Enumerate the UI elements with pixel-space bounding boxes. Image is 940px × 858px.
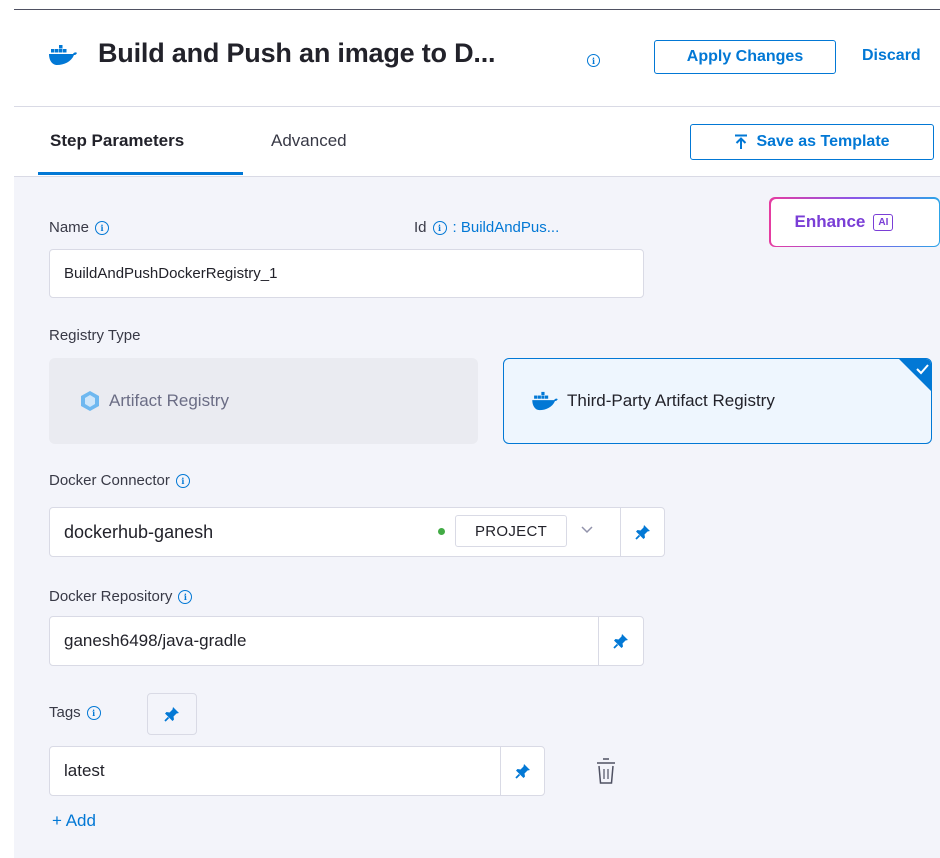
docker-icon	[532, 391, 558, 411]
pin-icon	[514, 764, 530, 779]
save-as-template-label: Save as Template	[756, 133, 890, 150]
repository-pin-button[interactable]	[598, 616, 644, 666]
enhance-ai-button[interactable]: Enhance AI	[769, 197, 940, 247]
docker-repository-info-icon[interactable]: i	[178, 589, 193, 604]
tag-pin-button[interactable]	[500, 746, 545, 796]
tags-pin-button[interactable]	[147, 693, 197, 735]
discard-button[interactable]: Discard	[862, 47, 921, 65]
pin-icon	[613, 634, 628, 649]
upload-icon	[735, 134, 748, 149]
page-title: Build and Push an image to D...	[98, 38, 496, 68]
name-input[interactable]: BuildAndPushDockerRegistry_1	[49, 249, 644, 298]
chevron-down-icon[interactable]	[580, 525, 594, 535]
save-as-template-button[interactable]: Save as Template	[690, 124, 934, 160]
title-info-icon[interactable]: i	[587, 54, 600, 67]
add-tag-button[interactable]: + Add	[52, 811, 96, 831]
docker-connector-label: Docker Connector i	[49, 472, 190, 489]
third-party-registry-card[interactable]: Third-Party Artifact Registry	[503, 358, 932, 444]
hexagon-icon	[81, 391, 99, 411]
id-info-icon[interactable]: i	[432, 220, 447, 235]
tag-input[interactable]: latest	[49, 746, 501, 796]
docker-connector-label-text: Docker Connector	[49, 472, 170, 489]
name-info-icon[interactable]: i	[95, 220, 110, 235]
docker-repository-label-text: Docker Repository	[49, 588, 173, 605]
ai-badge: AI	[873, 213, 894, 231]
id-label-text: Id	[414, 219, 427, 236]
pin-icon	[164, 707, 179, 722]
trash-icon[interactable]	[596, 757, 616, 785]
docker-icon	[49, 45, 77, 65]
connector-status-dot	[438, 528, 445, 535]
tags-info-icon[interactable]: i	[86, 705, 101, 720]
tags-label: Tags i	[49, 704, 101, 721]
docker-repository-input[interactable]: ganesh6498/java-gradle	[49, 616, 599, 666]
pin-icon	[634, 525, 650, 540]
name-label-text: Name	[49, 219, 90, 236]
connector-pin-button[interactable]	[620, 507, 665, 557]
artifact-registry-label: Artifact Registry	[109, 391, 229, 410]
enhance-label: Enhance	[794, 212, 866, 231]
left-gutter	[0, 0, 14, 858]
docker-repository-label: Docker Repository i	[49, 588, 193, 605]
tab-step-parameters[interactable]: Step Parameters	[50, 131, 184, 151]
tags-label-text: Tags	[49, 704, 81, 721]
active-tab-indicator	[38, 172, 243, 175]
tab-advanced[interactable]: Advanced	[271, 131, 347, 151]
scope-badge: PROJECT	[455, 515, 567, 547]
id-value[interactable]: : BuildAndPus...	[453, 219, 560, 236]
id-label: Id i : BuildAndPus...	[414, 219, 559, 236]
docker-connector-info-icon[interactable]: i	[175, 473, 190, 488]
third-party-registry-label: Third-Party Artifact Registry	[567, 391, 775, 410]
apply-changes-button[interactable]: Apply Changes	[654, 40, 836, 74]
registry-type-label: Registry Type	[49, 327, 141, 344]
check-icon	[899, 359, 931, 391]
docker-connector-value: dockerhub-ganesh	[64, 521, 214, 542]
artifact-registry-card[interactable]: Artifact Registry	[49, 358, 478, 444]
name-label: Name i	[49, 219, 110, 236]
